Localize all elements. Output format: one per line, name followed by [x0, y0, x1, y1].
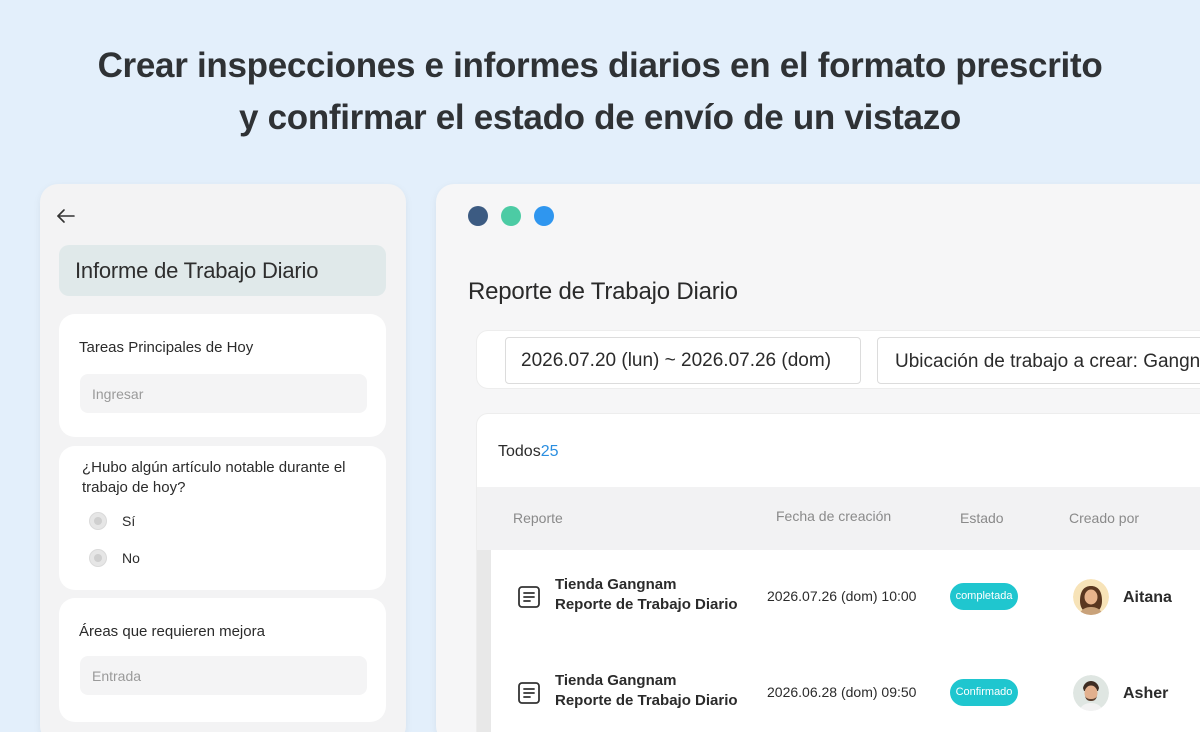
column-header-author[interactable]: Creado por	[1069, 510, 1139, 526]
window-dot-3[interactable]	[534, 206, 554, 226]
report-store: Tienda Gangnam	[555, 576, 677, 593]
main-tasks-input[interactable]	[80, 374, 367, 413]
all-label: Todos	[498, 443, 541, 460]
question-card-notable-items: ¿Hubo algún artículo notable durante el …	[59, 446, 386, 590]
report-store: Tienda Gangnam	[555, 672, 677, 689]
status-badge: Confirmado	[950, 679, 1018, 706]
page-title: Reporte de Trabajo Diario	[468, 278, 738, 305]
status-badge: completada	[950, 583, 1018, 610]
question-card-improvements: Áreas que requieren mejora	[59, 598, 386, 722]
count-value: 25	[540, 443, 559, 460]
radio-button-icon[interactable]	[89, 549, 107, 567]
author-name: Aitana	[1123, 589, 1172, 606]
table-row[interactable]: Tienda Gangnam Reporte de Trabajo Diario…	[491, 646, 1200, 732]
back-arrow-icon[interactable]	[54, 204, 78, 228]
window-controls	[468, 206, 554, 226]
headline-line-2: y confirmar el estado de envío de un vis…	[238, 98, 961, 137]
table-row[interactable]: Tienda Gangnam Reporte de Trabajo Diario…	[491, 550, 1200, 646]
window-dot-2[interactable]	[501, 206, 521, 226]
report-title: Tienda Gangnam Reporte de Trabajo Diario	[555, 575, 738, 615]
date-range-filter[interactable]: 2026.07.20 (lun) ~ 2026.07.26 (dom)	[505, 337, 861, 384]
radio-button-icon[interactable]	[89, 512, 107, 530]
headline-line-1: Crear inspecciones e informes diarios en…	[97, 46, 1103, 85]
report-list: Todos25 Reporte Fecha de creación Estado…	[476, 413, 1200, 732]
radio-option-yes[interactable]: Sí	[89, 512, 135, 530]
report-name: Reporte de Trabajo Diario	[555, 596, 738, 613]
report-title: Tienda Gangnam Reporte de Trabajo Diario	[555, 671, 738, 711]
column-header-status[interactable]: Estado	[960, 510, 1004, 526]
window-dot-1[interactable]	[468, 206, 488, 226]
radio-label: Sí	[122, 513, 136, 529]
column-header-report[interactable]: Reporte	[513, 510, 563, 526]
document-icon	[516, 680, 542, 706]
question-card-main-tasks: Tareas Principales de Hoy	[59, 314, 386, 437]
location-filter[interactable]: Ubicación de trabajo a crear: Gangnam	[877, 337, 1200, 384]
author-name: Asher	[1123, 685, 1169, 702]
improvements-input[interactable]	[80, 656, 367, 695]
desktop-window: Reporte de Trabajo Diario 2026.07.20 (lu…	[436, 184, 1200, 732]
question-label: ¿Hubo algún artículo notable durante el …	[82, 459, 346, 496]
row-selection-bar	[477, 550, 491, 732]
question-label: Tareas Principales de Hoy	[79, 339, 254, 356]
headline: Crear inspecciones e informes diarios en…	[0, 40, 1200, 144]
created-date: 2026.07.26 (dom) 10:00	[767, 588, 917, 604]
radio-label: No	[122, 550, 140, 566]
created-date: 2026.06.28 (dom) 09:50	[767, 684, 917, 700]
report-name: Reporte de Trabajo Diario	[555, 692, 738, 709]
avatar	[1073, 675, 1109, 711]
document-icon	[516, 584, 542, 610]
total-count: Todos25	[498, 443, 559, 461]
table-header: Reporte Fecha de creación Estado Creado …	[477, 487, 1200, 550]
column-header-created[interactable]: Fecha de creación	[776, 508, 891, 524]
form-title: Informe de Trabajo Diario	[59, 245, 386, 296]
question-label: Áreas que requieren mejora	[79, 623, 265, 640]
avatar	[1073, 579, 1109, 615]
radio-option-no[interactable]: No	[89, 549, 140, 567]
mobile-form-panel: Informe de Trabajo Diario Tareas Princip…	[40, 184, 406, 732]
filter-bar: 2026.07.20 (lun) ~ 2026.07.26 (dom) Ubic…	[476, 330, 1200, 389]
